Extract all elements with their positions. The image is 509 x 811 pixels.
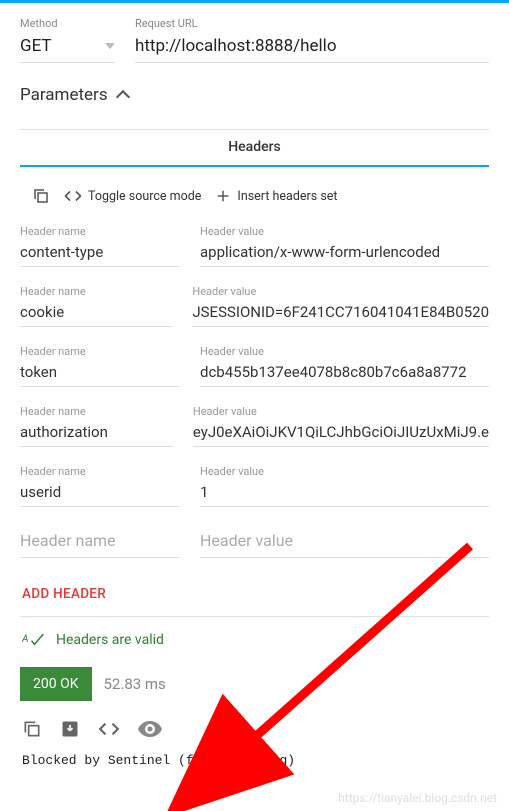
response-toolbar — [20, 701, 489, 749]
header-value-field[interactable]: Header value JSESSIONID=6F241CC716041041E… — [192, 285, 489, 327]
new-header-name-placeholder: Header name — [20, 525, 180, 558]
header-row: Header name content-type Header value appli… — [20, 225, 489, 267]
header-name-field[interactable]: Header name authorization — [20, 405, 173, 447]
status-badge: 200 OK — [20, 667, 92, 701]
header-name-value: token — [20, 361, 180, 387]
header-value-label: Header value — [200, 225, 489, 238]
eye-icon[interactable] — [138, 721, 162, 737]
chevron-down-icon — [105, 43, 115, 49]
headers-list: Header name content-type Header value appli… — [20, 225, 489, 507]
url-field[interactable]: Request URL http://localhost:8888/hello — [135, 17, 489, 63]
tab-active-indicator — [20, 165, 489, 167]
main-content: Method GET Request URL http://localhost:… — [0, 3, 509, 772]
insert-headers-set-button[interactable]: Insert headers set — [215, 188, 337, 204]
code-icon — [64, 189, 82, 203]
tabstrip: Headers — [20, 129, 489, 167]
header-row: Header name token Header value dcb455b137ee… — [20, 345, 489, 387]
headers-toolbar: Toggle source mode Insert headers set — [20, 183, 489, 225]
header-name-label: Header name — [20, 405, 173, 418]
add-header-button[interactable]: ADD HEADER — [20, 576, 489, 616]
header-value-label: Header value — [193, 405, 489, 418]
method-value-wrapper: GET — [20, 34, 115, 63]
text-check-icon: A — [22, 631, 44, 649]
new-header-value-field[interactable]: Header value — [200, 525, 489, 558]
header-name-field[interactable]: Header name cookie — [20, 285, 172, 327]
parameters-title: Parameters — [20, 85, 108, 105]
header-name-label: Header name — [20, 225, 180, 238]
header-value-field[interactable]: Header value 1 — [200, 465, 489, 507]
parameters-toggle[interactable]: Parameters — [20, 85, 489, 105]
plus-icon — [215, 188, 231, 204]
header-row: Header name userid Header value 1 — [20, 465, 489, 507]
insert-headers-label: Insert headers set — [237, 189, 337, 204]
method-select[interactable]: Method GET — [20, 17, 115, 63]
copy-icon[interactable] — [22, 719, 42, 739]
header-value-value: JSESSIONID=6F241CC716041041E84B0520 — [192, 301, 489, 327]
header-name-field[interactable]: Header name userid — [20, 465, 180, 507]
header-value-value: 1 — [200, 481, 489, 507]
header-value-field[interactable]: Header value dcb455b137ee4078b8c80b7c6a8a… — [200, 345, 489, 387]
empty-header-row: Header name Header value — [20, 525, 489, 558]
response-body: Blocked by Sentinel (flow limiting) — [20, 749, 489, 772]
new-header-name-field[interactable]: Header name — [20, 525, 180, 558]
url-label: Request URL — [135, 17, 489, 30]
copy-icon[interactable] — [32, 187, 50, 205]
header-name-field[interactable]: Header name content-type — [20, 225, 180, 267]
header-row: Header name cookie Header value JSESSIONID=… — [20, 285, 489, 327]
tab-headers[interactable]: Headers — [20, 129, 489, 165]
method-label: Method — [20, 17, 115, 30]
url-value: http://localhost:8888/hello — [135, 34, 489, 63]
response-time: 52.83 ms — [104, 675, 166, 693]
header-name-value: userid — [20, 481, 180, 507]
header-value-label: Header value — [200, 345, 489, 358]
response-status-row: 200 OK 52.83 ms — [20, 667, 489, 701]
header-name-label: Header name — [20, 285, 172, 298]
validation-text: Headers are valid — [56, 632, 164, 648]
toggle-source-label: Toggle source mode — [88, 189, 201, 204]
validation-row: A Headers are valid — [20, 617, 489, 663]
code-icon[interactable] — [98, 721, 120, 737]
watermark: https://tianyalei.blog.csdn.net — [338, 791, 497, 805]
header-name-label: Header name — [20, 345, 180, 358]
header-value-field[interactable]: Header value eyJ0eXAiOiJKV1QiLCJhbGciOiJI… — [193, 405, 489, 447]
header-name-value: content-type — [20, 241, 180, 267]
tab-top-divider — [20, 129, 489, 130]
header-value-label: Header value — [192, 285, 489, 298]
download-icon[interactable] — [60, 719, 80, 739]
header-value-value: dcb455b137ee4078b8c80b7c6a8a8772 — [200, 361, 489, 387]
header-value-value: eyJ0eXAiOiJKV1QiLCJhbGciOiJIUzUxMiJ9.e — [193, 421, 489, 447]
method-value: GET — [20, 36, 52, 56]
header-row: Header name authorization Header value eyJ0… — [20, 405, 489, 447]
header-name-value: cookie — [20, 301, 172, 327]
svg-text:A: A — [22, 632, 29, 645]
header-value-field[interactable]: Header value application/x-www-form-urlen… — [200, 225, 489, 267]
header-value-value: application/x-www-form-urlencoded — [200, 241, 489, 267]
header-name-label: Header name — [20, 465, 180, 478]
header-name-field[interactable]: Header name token — [20, 345, 180, 387]
chevron-up-icon — [118, 88, 128, 102]
header-name-value: authorization — [20, 421, 173, 447]
request-line: Method GET Request URL http://localhost:… — [20, 17, 489, 63]
toggle-source-mode-button[interactable]: Toggle source mode — [64, 189, 201, 204]
new-header-value-placeholder: Header value — [200, 525, 489, 558]
header-value-label: Header value — [200, 465, 489, 478]
